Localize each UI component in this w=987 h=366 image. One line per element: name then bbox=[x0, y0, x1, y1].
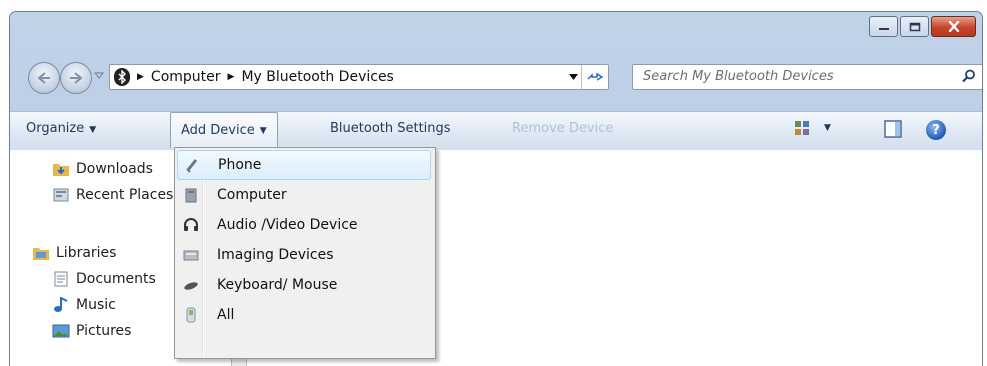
mouse-icon bbox=[182, 276, 200, 294]
add-device-label: Add Device bbox=[181, 123, 255, 138]
navigation-pane: Downloads Recent Places Libraries Docume… bbox=[10, 150, 982, 366]
nav-item-label: Libraries bbox=[56, 245, 117, 261]
recent-pages-dropdown-icon[interactable] bbox=[94, 72, 104, 79]
back-button[interactable] bbox=[28, 62, 60, 94]
menu-item-label: Audio /Video Device bbox=[217, 217, 358, 233]
view-tiles-icon bbox=[795, 121, 809, 135]
address-row: ▶ Computer ▶ My Bluetooth Devices bbox=[22, 60, 982, 94]
pictures-icon bbox=[52, 324, 70, 338]
maximize-button[interactable] bbox=[900, 16, 929, 37]
close-icon bbox=[948, 21, 959, 32]
menu-item-imaging-devices[interactable]: Imaging Devices bbox=[177, 241, 431, 269]
menu-item-all[interactable]: All bbox=[177, 301, 431, 329]
menu-item-label: All bbox=[217, 307, 235, 323]
menu-item-audio-video-device[interactable]: Audio /Video Device bbox=[177, 211, 431, 239]
address-dropdown-icon[interactable] bbox=[569, 74, 578, 80]
back-arrow-icon bbox=[37, 72, 50, 84]
add-device-button[interactable]: Add Device ▼ bbox=[170, 112, 278, 148]
breadcrumb-chevron-icon[interactable]: ▶ bbox=[228, 72, 235, 82]
chevron-down-icon: ▼ bbox=[89, 125, 97, 135]
refresh-icon bbox=[587, 72, 603, 81]
forward-arrow-icon bbox=[70, 72, 83, 84]
nav-item-recent-places[interactable]: Recent Places bbox=[52, 187, 173, 203]
libraries-icon bbox=[33, 248, 49, 260]
menu-item-label: Computer bbox=[217, 187, 287, 203]
breadcrumb-computer[interactable]: Computer bbox=[151, 69, 221, 85]
bluetooth-settings-button[interactable]: Bluetooth Settings bbox=[330, 121, 451, 136]
nav-item-documents[interactable]: Documents bbox=[52, 271, 156, 287]
preview-pane-icon[interactable] bbox=[884, 120, 902, 138]
caption-buttons bbox=[867, 16, 976, 37]
chevron-down-icon[interactable]: ▼ bbox=[824, 123, 831, 133]
nav-item-music[interactable]: Music bbox=[52, 297, 116, 313]
music-icon bbox=[54, 297, 68, 312]
computer-icon bbox=[182, 186, 200, 204]
nav-item-downloads[interactable]: Downloads bbox=[52, 161, 153, 177]
bluetooth-icon bbox=[114, 68, 130, 86]
documents-icon bbox=[54, 271, 68, 287]
nav-item-label: Pictures bbox=[76, 323, 132, 339]
close-button[interactable] bbox=[931, 16, 976, 37]
command-bar: Organize ▼ Add Device ▼ Bluetooth Settings… bbox=[10, 111, 982, 151]
change-view-button[interactable]: ▼ bbox=[794, 120, 831, 136]
search-box bbox=[632, 64, 982, 90]
menu-item-label: Imaging Devices bbox=[217, 247, 334, 263]
phone-icon bbox=[183, 156, 201, 174]
nav-item-label: Music bbox=[76, 297, 116, 313]
help-icon[interactable]: ? bbox=[926, 120, 946, 140]
downloads-folder-icon bbox=[53, 164, 69, 176]
refresh-button[interactable] bbox=[581, 65, 608, 89]
minimize-button[interactable] bbox=[869, 16, 898, 37]
forward-button[interactable] bbox=[60, 62, 92, 94]
recent-places-icon bbox=[53, 188, 69, 202]
remove-device-button[interactable]: Remove Device bbox=[512, 121, 613, 136]
menu-item-keyboard-mouse[interactable]: Keyboard/ Mouse bbox=[177, 271, 431, 299]
menu-item-label: Phone bbox=[218, 157, 262, 173]
add-device-menu: Phone Computer Audio /Video Device Imagi… bbox=[174, 147, 436, 359]
nav-item-label: Documents bbox=[76, 271, 156, 287]
nav-item-label: Downloads bbox=[76, 161, 153, 177]
all-devices-icon bbox=[182, 306, 200, 324]
search-icon[interactable] bbox=[962, 69, 976, 83]
address-bar[interactable]: ▶ Computer ▶ My Bluetooth Devices bbox=[109, 64, 609, 90]
explorer-window: ▶ Computer ▶ My Bluetooth Devices Organi… bbox=[9, 11, 983, 366]
breadcrumb-my-bluetooth-devices[interactable]: My Bluetooth Devices bbox=[241, 69, 393, 85]
search-input[interactable] bbox=[641, 68, 945, 85]
menu-item-computer[interactable]: Computer bbox=[177, 181, 431, 209]
nav-item-pictures[interactable]: Pictures bbox=[52, 323, 131, 339]
scanner-icon bbox=[182, 246, 200, 264]
nav-item-libraries[interactable]: Libraries bbox=[32, 245, 116, 261]
breadcrumb-chevron-icon[interactable]: ▶ bbox=[137, 72, 144, 82]
organize-button[interactable]: Organize ▼ bbox=[26, 121, 96, 136]
menu-item-label: Keyboard/ Mouse bbox=[217, 277, 338, 293]
organize-label: Organize bbox=[26, 121, 85, 136]
nav-item-label: Recent Places bbox=[76, 187, 174, 203]
menu-item-phone[interactable]: Phone bbox=[177, 150, 431, 180]
headphones-icon bbox=[182, 216, 200, 234]
chevron-down-icon: ▼ bbox=[259, 125, 267, 136]
